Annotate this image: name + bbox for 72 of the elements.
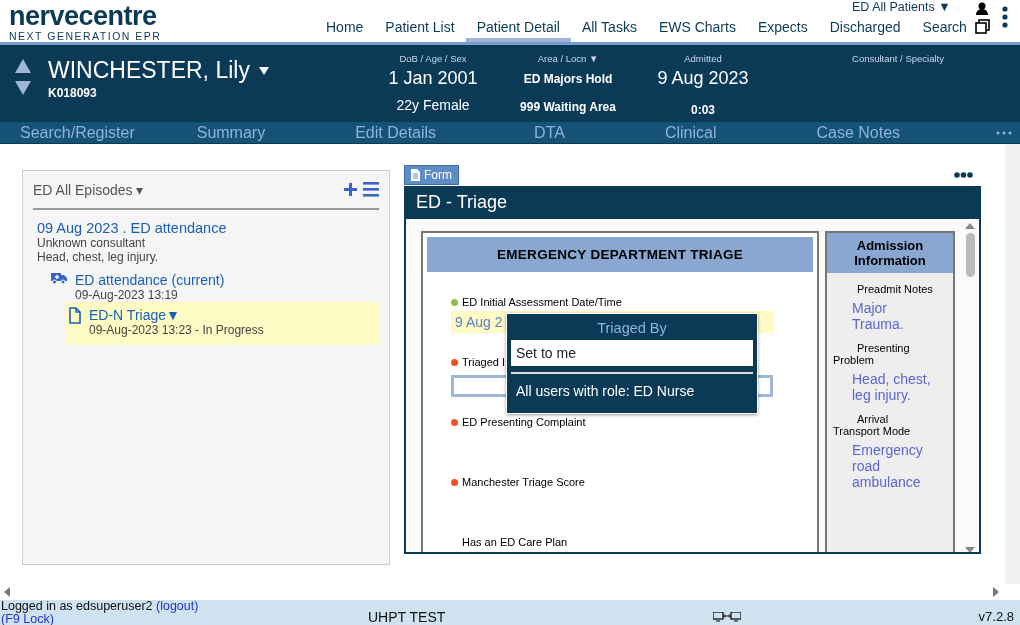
field-label: Manchester Triage Score xyxy=(462,476,585,488)
side-label: Presenting Problem xyxy=(833,342,911,366)
menu-option[interactable]: Set to me xyxy=(511,340,753,369)
field-value: ED Majors Hold xyxy=(523,72,613,86)
side-heading: Admission Information xyxy=(827,233,953,273)
field-label: ED Initial Assessment Date/Time xyxy=(462,296,622,308)
nav-tab[interactable]: EWS Charts xyxy=(647,19,747,42)
logo: nervecentre xyxy=(9,2,157,30)
menu-item[interactable]: Clinical xyxy=(664,123,717,142)
scrollbar[interactable] xyxy=(1005,144,1020,584)
nav-tab[interactable]: Home xyxy=(315,19,375,42)
field-value: 1 Jan 2001 xyxy=(388,68,478,89)
nav-tab[interactable]: Discharged xyxy=(818,19,912,42)
nav-tab[interactable]: Expects xyxy=(746,19,819,42)
menu-item[interactable]: Case Notes xyxy=(816,123,901,142)
version: v7.2.8 xyxy=(978,609,1014,625)
scroll-right-icon[interactable] xyxy=(993,587,999,597)
ambulance-icon[interactable] xyxy=(51,272,67,284)
field-label: Triaged I xyxy=(462,356,505,368)
field-label: ED Presenting Complaint xyxy=(462,416,586,428)
form-title: ED - Triage xyxy=(406,188,979,219)
patient-name: WINCHESTER, Lily xyxy=(48,57,250,84)
windows-icon[interactable] xyxy=(975,19,990,34)
screens-icon[interactable] xyxy=(713,612,742,622)
menu-item[interactable]: Search/Register xyxy=(20,123,135,142)
nav-tab[interactable]: Patient List xyxy=(374,19,466,42)
episodes-filter[interactable]: ED All Episodes ▾ xyxy=(33,181,144,198)
caret-icon[interactable] xyxy=(258,66,269,75)
menu-item[interactable]: DTA xyxy=(534,123,565,142)
add-icon[interactable] xyxy=(344,183,357,196)
episode-item[interactable]: 09 Aug 2023 . ED attendance Unknown consultant Head, chest, leg injury. xyxy=(33,210,379,264)
side-label: Preadmit Notes xyxy=(856,283,933,295)
field-label: DoB / Age / Sex xyxy=(399,53,467,64)
episode-item[interactable]: ED-N Triage▼ 09-Aug-2023 13:23 - In Progress xyxy=(65,302,379,345)
field-label: Has an ED Care Plan xyxy=(462,536,568,548)
menu-icon[interactable] xyxy=(363,182,379,197)
menu-title: Triaged By xyxy=(596,319,668,338)
up-arrow-icon[interactable] xyxy=(15,59,31,73)
user-icon[interactable] xyxy=(975,2,989,15)
field-label: Consultant / Specialty xyxy=(852,53,944,64)
logout-link[interactable]: (logout) xyxy=(156,600,199,613)
nav-tab[interactable]: All Tasks xyxy=(570,19,648,42)
more-icon[interactable] xyxy=(954,172,973,178)
scrollbar-thumb[interactable] xyxy=(965,233,975,277)
side-value: Emergency road ambulance xyxy=(852,442,924,490)
login-status: Logged in as edsuperuser2 (logout) (F9 Lock) xyxy=(0,600,200,625)
menu-item[interactable]: Summary xyxy=(196,123,266,142)
document-icon[interactable] xyxy=(69,307,81,324)
field-value: 999 Waiting Area xyxy=(520,100,616,114)
scroll-left-icon[interactable] xyxy=(4,587,10,597)
nav-tab[interactable]: Search xyxy=(911,19,978,42)
menu-item[interactable]: Edit Details xyxy=(355,123,437,142)
field-value: 22y Female xyxy=(396,97,470,113)
tagline: NEXT GENERATION EPR xyxy=(9,30,163,42)
scroll-up-icon[interactable] xyxy=(965,223,975,229)
more-icon[interactable] xyxy=(1002,6,1008,28)
field-label: Admitted xyxy=(684,53,722,64)
environment-name: UHPT TEST xyxy=(368,609,446,625)
scroll-down-icon[interactable] xyxy=(965,547,975,552)
patient-id: K018093 xyxy=(48,86,98,100)
field-value: 0:03 xyxy=(691,103,715,117)
down-arrow-icon[interactable] xyxy=(15,81,31,95)
episode-item[interactable]: ED attendance (current) 09-Aug-2023 13:19 xyxy=(51,264,379,302)
document-icon xyxy=(411,169,420,181)
side-label: Arrival Transport Mode xyxy=(833,413,912,437)
lock-link[interactable]: (F9 Lock) xyxy=(1,611,54,625)
field-value: 9 Aug 2023 xyxy=(657,68,749,89)
side-value: Major Trauma. xyxy=(852,300,905,332)
patient-list-dropdown[interactable]: ED All Patients ▼ xyxy=(852,0,951,14)
field-label: Area / Locn ▼ xyxy=(537,53,599,64)
form-heading: EMERGENCY DEPARTMENT TRIAGE xyxy=(427,237,813,272)
side-value: Head, chest, leg injury. xyxy=(852,371,932,403)
